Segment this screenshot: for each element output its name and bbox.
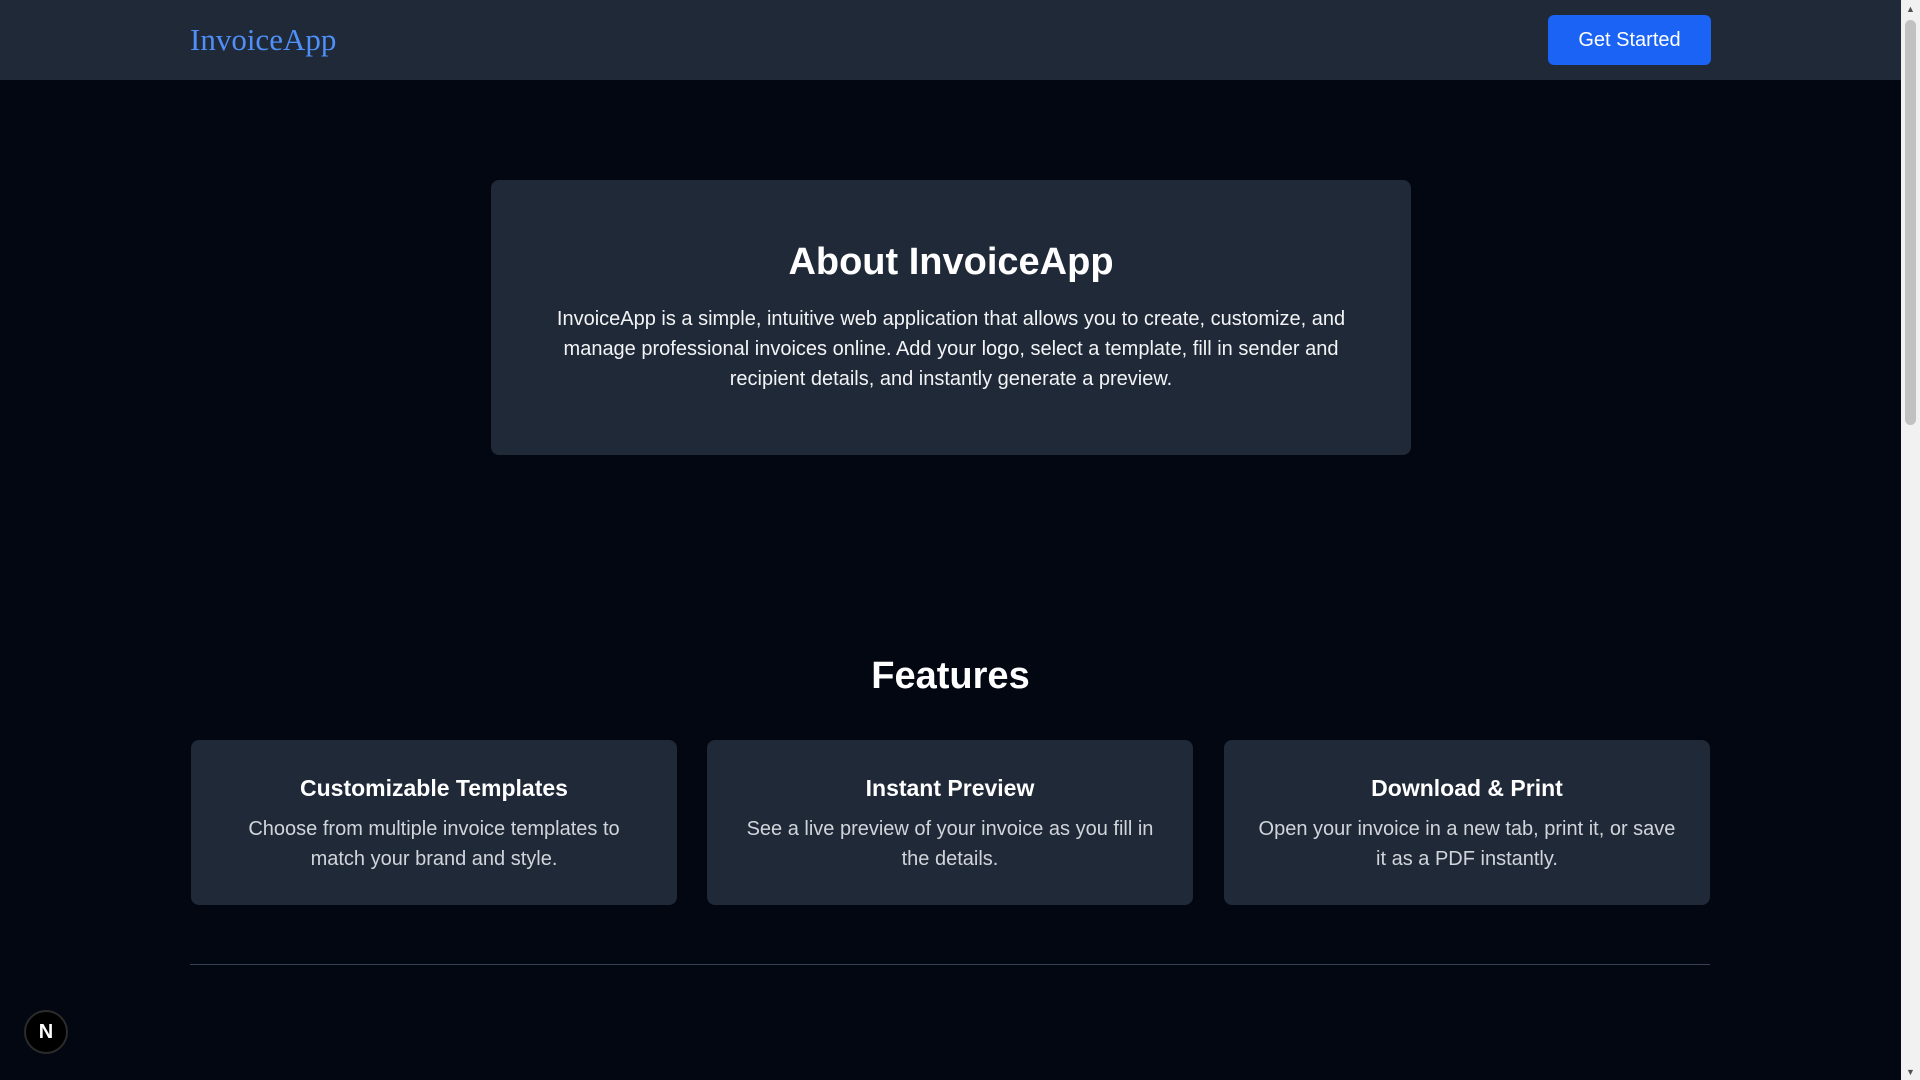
feature-title: Customizable Templates (300, 775, 568, 801)
feature-card-download: Download & Print Open your invoice in a … (1224, 740, 1710, 905)
scroll-up-arrow-icon[interactable]: ▲ (1901, 0, 1920, 17)
feature-card-preview: Instant Preview See a live preview of yo… (707, 740, 1193, 905)
viewport: InvoiceApp Get Started About InvoiceApp … (0, 0, 1901, 1080)
feature-card-templates: Customizable Templates Choose from multi… (191, 740, 677, 905)
scroll-down-arrow-icon[interactable]: ▼ (1901, 1063, 1920, 1080)
dev-badge-letter: N (38, 1020, 54, 1043)
features-heading: Features (871, 655, 1030, 697)
get-started-button[interactable]: Get Started (1548, 15, 1711, 65)
top-navbar: InvoiceApp Get Started (0, 0, 1901, 80)
feature-title: Download & Print (1371, 775, 1563, 801)
feature-description: Choose from multiple invoice templates t… (248, 818, 620, 870)
vertical-scrollbar[interactable]: ▲ ▼ (1901, 0, 1920, 1080)
page: InvoiceApp Get Started About InvoiceApp … (0, 0, 1920, 1080)
section-divider (190, 964, 1710, 965)
nextjs-logo-icon[interactable]: N (24, 1010, 68, 1054)
feature-description: See a live preview of your invoice as yo… (746, 818, 1154, 870)
brand-logo-link[interactable]: InvoiceApp (190, 20, 336, 60)
about-description: InvoiceApp is a simple, intuitive web ap… (556, 308, 1346, 390)
scrollbar-thumb[interactable] (1905, 20, 1916, 425)
feature-description: Open your invoice in a new tab, print it… (1258, 818, 1676, 870)
about-title: About InvoiceApp (788, 241, 1114, 283)
about-card: About InvoiceApp InvoiceApp is a simple,… (491, 180, 1411, 455)
feature-title: Instant Preview (865, 775, 1035, 801)
